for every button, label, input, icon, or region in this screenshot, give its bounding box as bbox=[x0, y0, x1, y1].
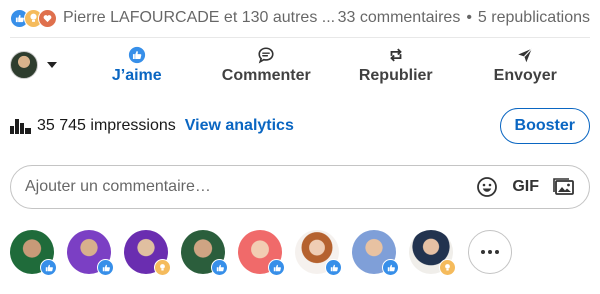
analytics-row: 35 745 impressions View analytics Booste… bbox=[0, 107, 600, 145]
impressions-count: 35 745 impressions bbox=[37, 117, 176, 134]
insightful-badge-icon bbox=[439, 259, 456, 276]
reposts-count-link[interactable]: 5 republications bbox=[478, 9, 590, 26]
caret-down-icon bbox=[47, 62, 57, 68]
comment-icon bbox=[258, 46, 274, 63]
more-dots-icon bbox=[481, 250, 485, 254]
reactors-list bbox=[0, 228, 600, 276]
emoji-icon bbox=[477, 177, 498, 197]
comment-label: Commenter bbox=[221, 66, 311, 84]
comment-button[interactable]: Commenter bbox=[202, 41, 332, 89]
reactor-avatar[interactable] bbox=[238, 230, 285, 276]
comment-placeholder[interactable]: Ajouter un commentaire… bbox=[25, 178, 462, 196]
insightful-badge-icon bbox=[154, 259, 171, 276]
like-badge-icon bbox=[325, 259, 342, 276]
like-button[interactable]: J’aime bbox=[72, 41, 202, 89]
reactor-avatar[interactable] bbox=[352, 230, 399, 276]
reaction-icons[interactable] bbox=[10, 8, 57, 28]
more-reactors-button[interactable] bbox=[468, 230, 512, 274]
repost-button[interactable]: Republier bbox=[331, 41, 461, 89]
thumbs-up-icon bbox=[128, 46, 145, 63]
send-icon bbox=[518, 47, 533, 62]
repost-icon bbox=[389, 48, 402, 61]
send-label: Envoyer bbox=[493, 66, 557, 84]
image-button[interactable] bbox=[553, 177, 575, 197]
view-analytics-link[interactable]: View analytics bbox=[185, 117, 294, 135]
bar-chart-icon bbox=[10, 118, 31, 134]
reactor-avatar[interactable] bbox=[124, 230, 171, 276]
love-icon bbox=[38, 8, 57, 28]
send-button[interactable]: Envoyer bbox=[461, 41, 591, 89]
reactor-avatar[interactable] bbox=[181, 230, 228, 276]
comment-input[interactable]: Ajouter un commentaire… GIF bbox=[10, 165, 590, 209]
reactor-avatar[interactable] bbox=[10, 230, 57, 276]
image-icon bbox=[553, 178, 574, 195]
divider bbox=[10, 37, 590, 38]
gif-button[interactable]: GIF bbox=[512, 178, 539, 196]
reactor-avatar[interactable] bbox=[409, 230, 456, 276]
like-badge-icon bbox=[211, 259, 228, 276]
actor-switcher[interactable] bbox=[10, 51, 72, 79]
like-badge-icon bbox=[97, 259, 114, 276]
like-label: J’aime bbox=[111, 66, 162, 84]
reactor-avatar[interactable] bbox=[295, 230, 342, 276]
social-counts: Pierre LAFOURCADE et 130 autres ... 33 c… bbox=[0, 6, 600, 30]
like-badge-icon bbox=[40, 259, 57, 276]
boost-button[interactable]: Booster bbox=[499, 108, 590, 144]
like-badge-icon bbox=[268, 259, 285, 276]
like-badge-icon bbox=[382, 259, 399, 276]
reactor-avatar[interactable] bbox=[67, 230, 114, 276]
comments-count-link[interactable]: 33 commentaires bbox=[338, 9, 461, 26]
avatar bbox=[10, 51, 38, 79]
action-bar: J’aime Commenter Republier Envoyer bbox=[0, 41, 600, 89]
repost-label: Republier bbox=[358, 66, 433, 84]
reactors-summary-link[interactable]: Pierre LAFOURCADE et 130 autres ... bbox=[63, 9, 335, 27]
emoji-button[interactable] bbox=[476, 176, 498, 198]
separator-dot: • bbox=[466, 9, 472, 26]
